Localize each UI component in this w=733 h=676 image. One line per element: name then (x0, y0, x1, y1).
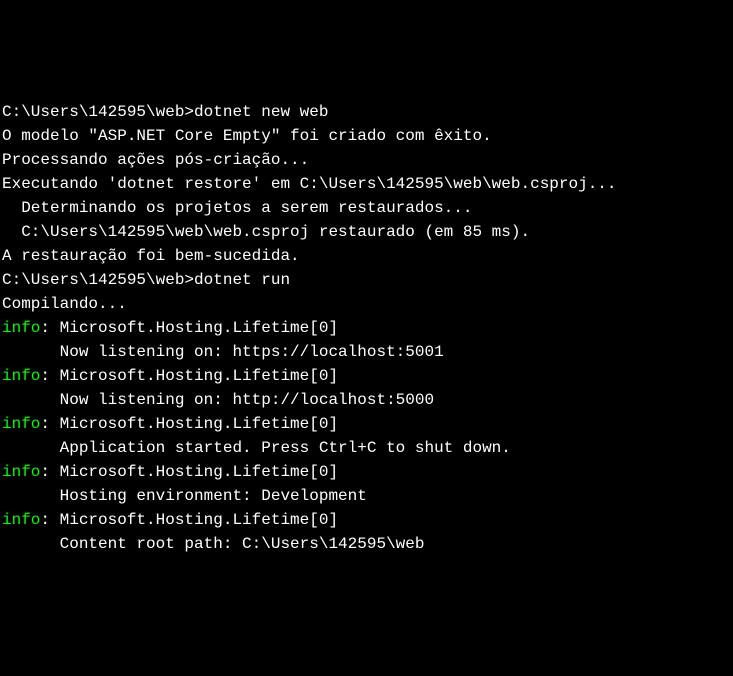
output-line: Compilando... (2, 292, 731, 316)
info-detail: Hosting environment: Development (2, 484, 731, 508)
info-message: : Microsoft.Hosting.Lifetime[0] (40, 319, 338, 337)
command-text: dotnet run (194, 271, 290, 289)
info-line-2: info: Microsoft.Hosting.Lifetime[0] (2, 364, 731, 388)
output-line: Determinando os projetos a serem restaur… (2, 196, 731, 220)
prompt-line-2: C:\Users\142595\web>dotnet run (2, 268, 731, 292)
output-line: A restauração foi bem-sucedida. (2, 244, 731, 268)
output-line: Executando 'dotnet restore' em C:\Users\… (2, 172, 731, 196)
prompt-path: C:\Users\142595\web> (2, 271, 194, 289)
info-label: info (2, 463, 40, 481)
info-line-5: info: Microsoft.Hosting.Lifetime[0] (2, 508, 731, 532)
output-line: Processando ações pós-criação... (2, 148, 731, 172)
command-text: dotnet new web (194, 103, 328, 121)
info-label: info (2, 319, 40, 337)
terminal-output[interactable]: C:\Users\142595\web>dotnet new webO mode… (2, 100, 731, 556)
info-label: info (2, 415, 40, 433)
info-message: : Microsoft.Hosting.Lifetime[0] (40, 463, 338, 481)
info-label: info (2, 511, 40, 529)
info-detail: Application started. Press Ctrl+C to shu… (2, 436, 731, 460)
info-line-4: info: Microsoft.Hosting.Lifetime[0] (2, 460, 731, 484)
info-line-3: info: Microsoft.Hosting.Lifetime[0] (2, 412, 731, 436)
info-detail: Now listening on: https://localhost:5001 (2, 340, 731, 364)
output-line: O modelo "ASP.NET Core Empty" foi criado… (2, 124, 731, 148)
output-line: C:\Users\142595\web\web.csproj restaurad… (2, 220, 731, 244)
info-detail: Content root path: C:\Users\142595\web (2, 532, 731, 556)
info-message: : Microsoft.Hosting.Lifetime[0] (40, 415, 338, 433)
info-message: : Microsoft.Hosting.Lifetime[0] (40, 367, 338, 385)
prompt-line-1: C:\Users\142595\web>dotnet new web (2, 100, 731, 124)
info-detail: Now listening on: http://localhost:5000 (2, 388, 731, 412)
info-label: info (2, 367, 40, 385)
info-message: : Microsoft.Hosting.Lifetime[0] (40, 511, 338, 529)
prompt-path: C:\Users\142595\web> (2, 103, 194, 121)
info-line-1: info: Microsoft.Hosting.Lifetime[0] (2, 316, 731, 340)
